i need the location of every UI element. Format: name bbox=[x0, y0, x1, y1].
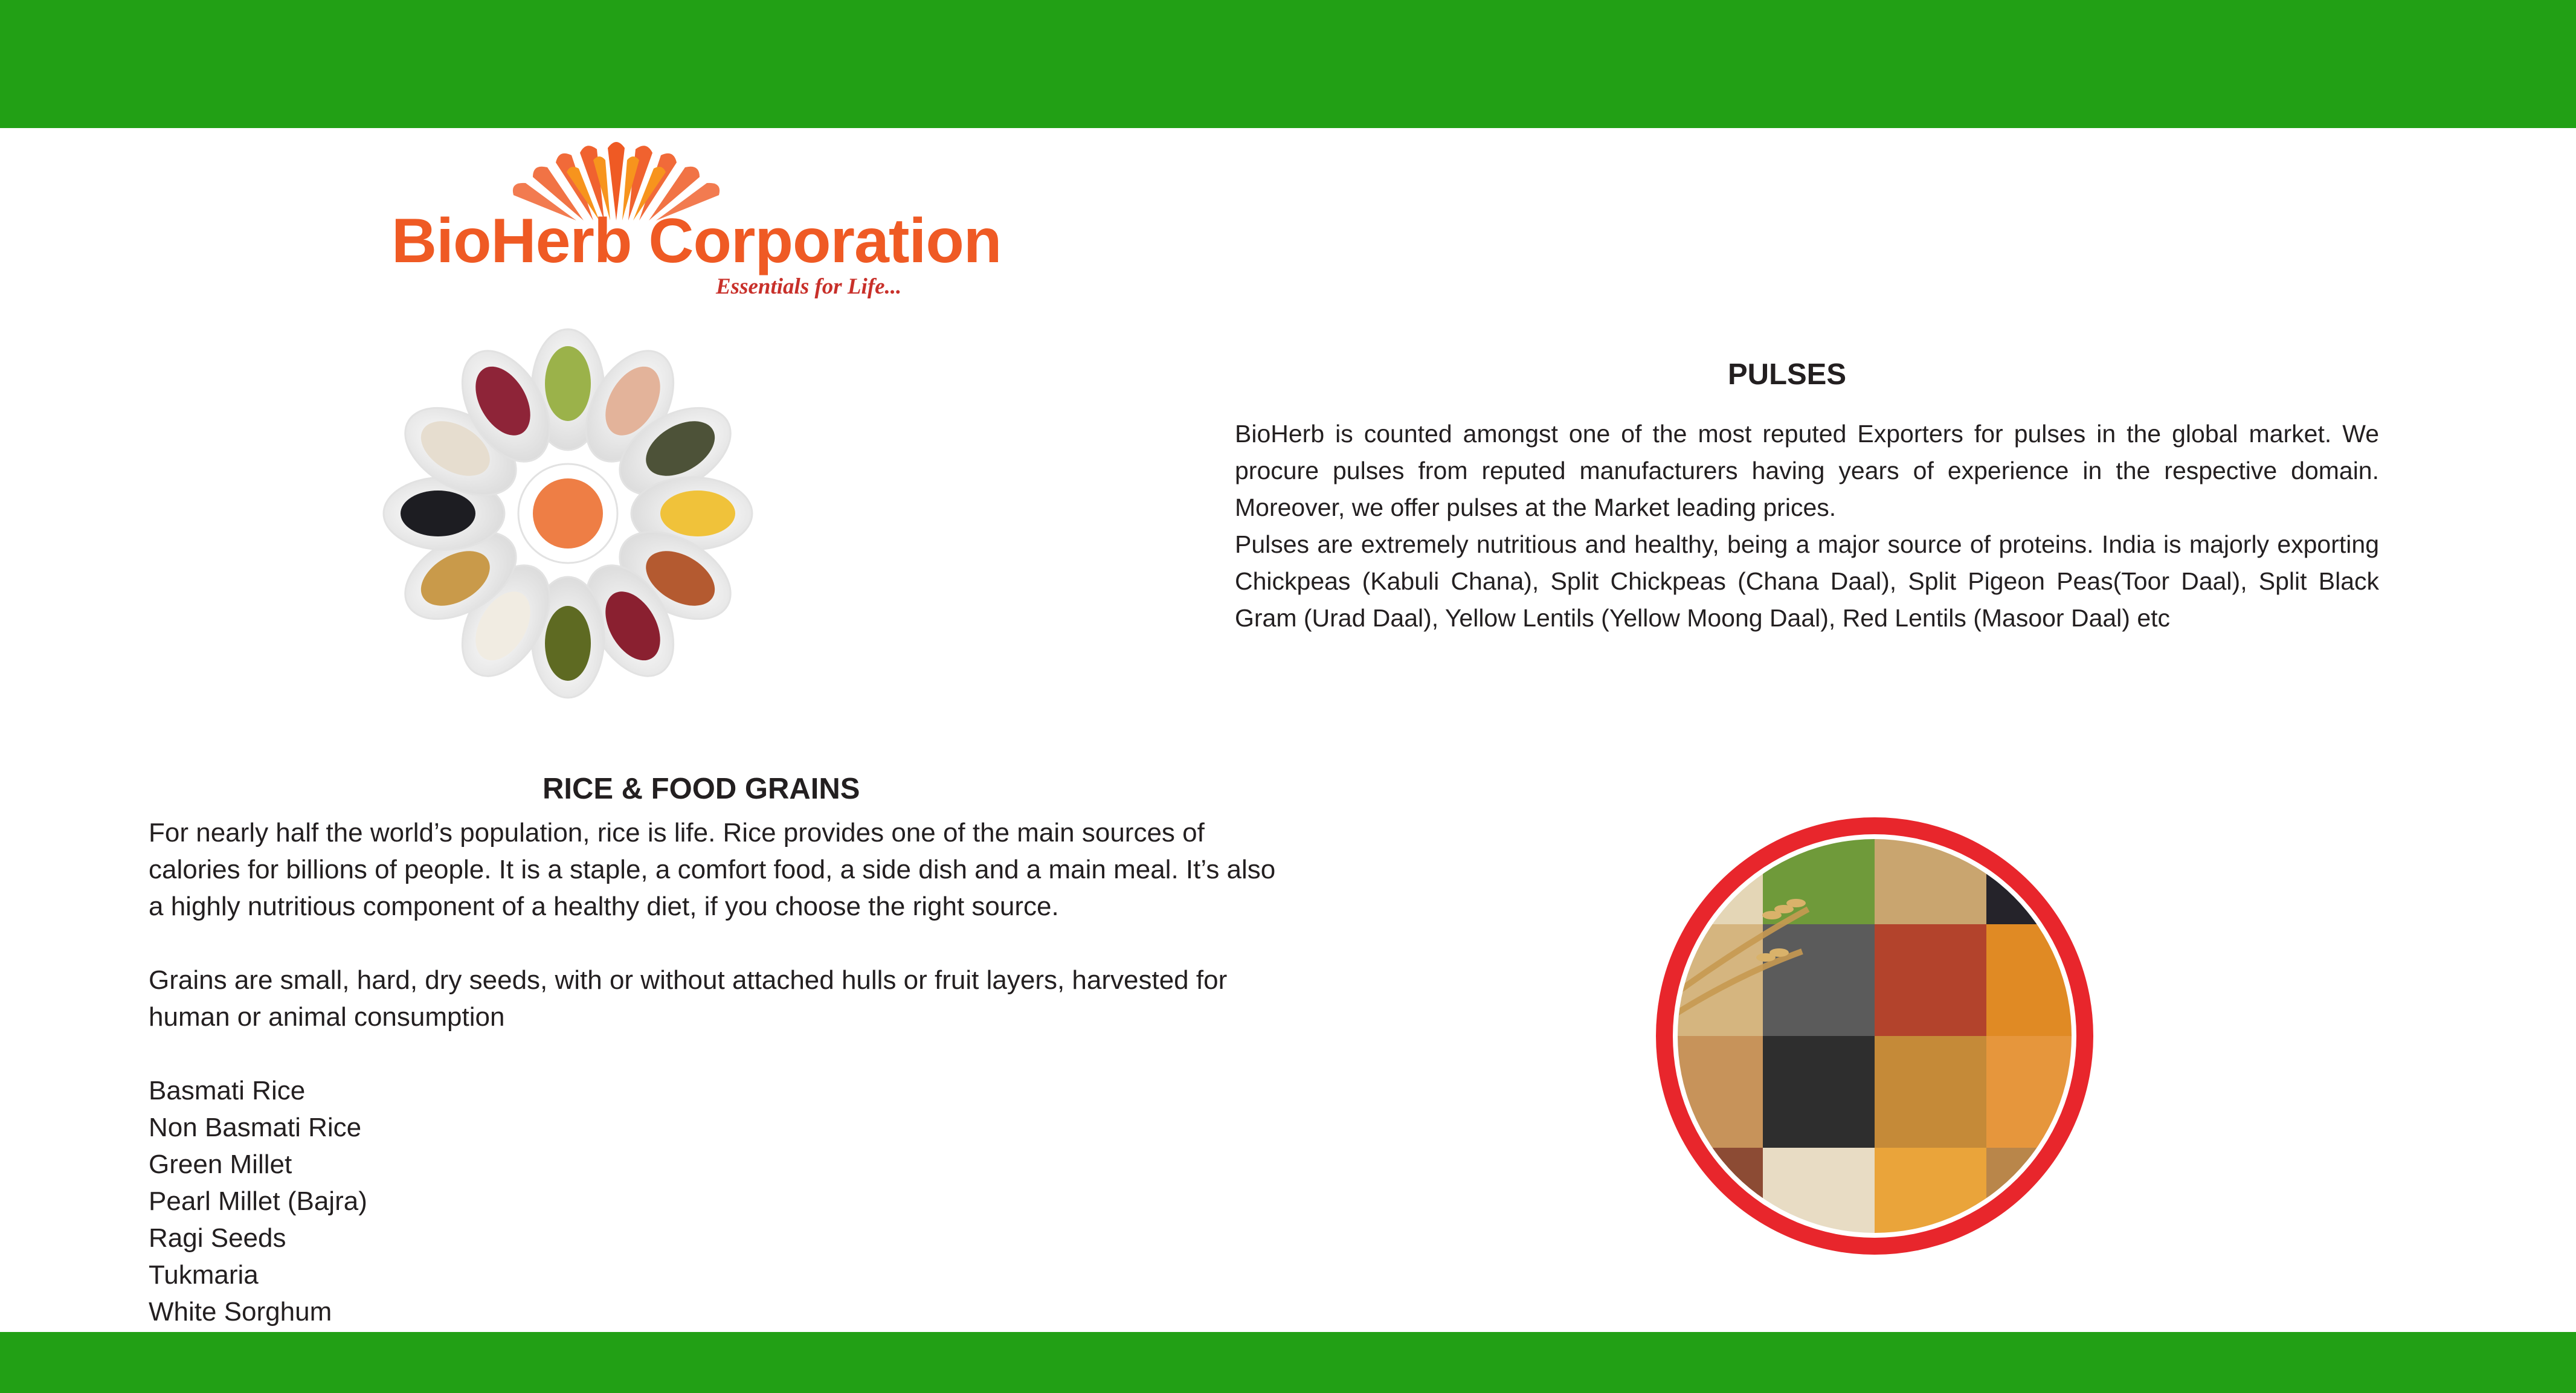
pulses-description: BioHerb is counted amongst one of the mo… bbox=[1235, 416, 2379, 637]
rice-description: For nearly half the world’s population, … bbox=[149, 814, 1296, 1330]
list-item: Basmati Rice bbox=[149, 1076, 306, 1105]
top-green-band bbox=[0, 0, 2576, 128]
list-item: Pearl Millet (Bajra) bbox=[149, 1186, 367, 1216]
pulses-heading: PULSES bbox=[1728, 358, 1847, 391]
list-item: Ragi Seeds bbox=[149, 1223, 286, 1253]
list-item: Non Basmati Rice bbox=[149, 1113, 362, 1142]
rice-heading: RICE & FOOD GRAINS bbox=[543, 773, 860, 805]
company-name: BioHerb Corporation bbox=[391, 206, 1002, 276]
rice-paragraph: For nearly half the world’s population, … bbox=[149, 818, 1276, 921]
list-item: Green Millet bbox=[149, 1150, 292, 1179]
list-item: Tukmaria bbox=[149, 1260, 259, 1290]
list-item: White Sorghum bbox=[149, 1297, 332, 1327]
company-tagline: Essentials for Life... bbox=[716, 274, 902, 299]
grains-circle-image bbox=[1656, 817, 2093, 1255]
pulses-paragraph: Pulses are extremely nutritious and heal… bbox=[1235, 530, 2379, 632]
pulses-paragraph: BioHerb is counted amongst one of the mo… bbox=[1235, 420, 2379, 521]
pulses-spoons-image bbox=[382, 328, 753, 699]
grain-list: Basmati Rice Non Basmati Rice Green Mill… bbox=[149, 1072, 1296, 1330]
rice-paragraph: Grains are small, hard, dry seeds, with … bbox=[149, 965, 1228, 1032]
bottom-green-band bbox=[0, 1332, 2576, 1393]
bioherb-logo: BioHerb Corporation Essentials for Life.… bbox=[375, 136, 1002, 317]
